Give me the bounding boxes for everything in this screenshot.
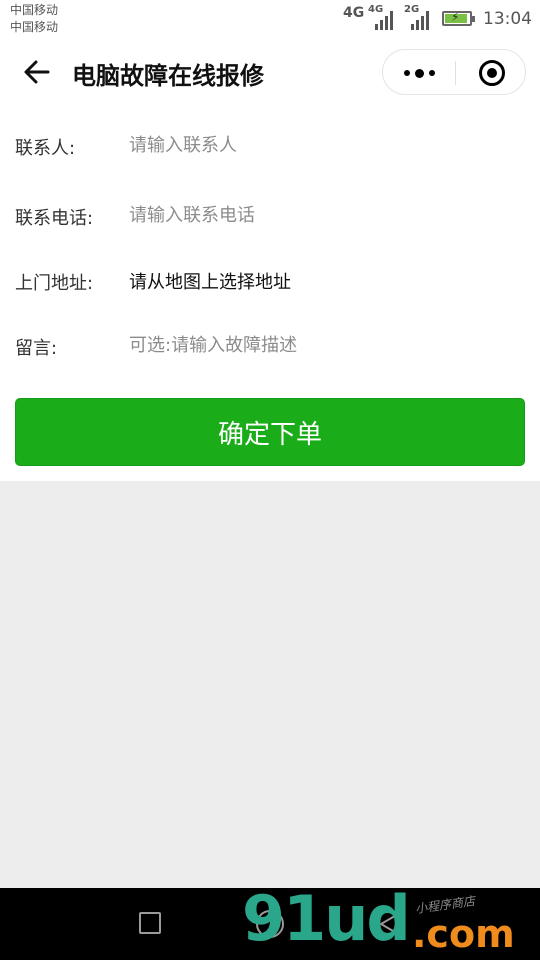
- arrow-left-icon[interactable]: [22, 58, 52, 86]
- square-icon[interactable]: [139, 912, 161, 934]
- circle-icon[interactable]: [256, 910, 284, 938]
- capsule-divider: [455, 61, 456, 85]
- repair-order-form: 联系人: 联系电话: 上门地址: 请从地图上选择地址 留言: 确定下单: [0, 104, 540, 481]
- carrier-name-1: 中国移动: [10, 3, 59, 17]
- address-row[interactable]: 上门地址: 请从地图上选择地址: [0, 255, 540, 305]
- navigation-bar: 电脑故障在线报修: [0, 40, 540, 104]
- phone-input[interactable]: [129, 198, 519, 232]
- system-navigation-bar: [0, 888, 540, 960]
- sim1-network-indicator: 4G: [343, 4, 365, 30]
- message-row: 留言:: [0, 320, 540, 370]
- message-label: 留言:: [15, 338, 58, 359]
- battery-charging-icon: ⚡: [442, 10, 475, 26]
- target-circle-icon[interactable]: [479, 60, 505, 86]
- contact-row: 联系人:: [0, 120, 540, 170]
- phone-row: 联系电话:: [0, 190, 540, 240]
- miniprogram-capsule: [382, 49, 526, 95]
- message-input[interactable]: [129, 328, 519, 362]
- contact-input[interactable]: [129, 128, 519, 162]
- sim2-signal-icon: 2G: [404, 4, 436, 30]
- sim1-signal-icon: 4G: [368, 4, 400, 30]
- carrier-name-2: 中国移动: [10, 20, 59, 34]
- more-dots-icon[interactable]: [383, 50, 455, 96]
- phone-label: 联系电话:: [15, 208, 94, 229]
- status-bar: 中国移动 中国移动 4G 4G 2G ⚡ 13:04: [0, 0, 540, 40]
- sim1-network-type: 4G: [343, 5, 365, 21]
- address-label: 上门地址:: [15, 273, 94, 294]
- address-picker[interactable]: 请从地图上选择地址: [129, 268, 291, 294]
- page-title: 电脑故障在线报修: [72, 62, 264, 90]
- contact-label: 联系人:: [15, 138, 76, 159]
- submit-order-button[interactable]: 确定下单: [15, 398, 525, 466]
- status-time: 13:04: [483, 9, 532, 29]
- triangle-back-icon[interactable]: [376, 910, 406, 938]
